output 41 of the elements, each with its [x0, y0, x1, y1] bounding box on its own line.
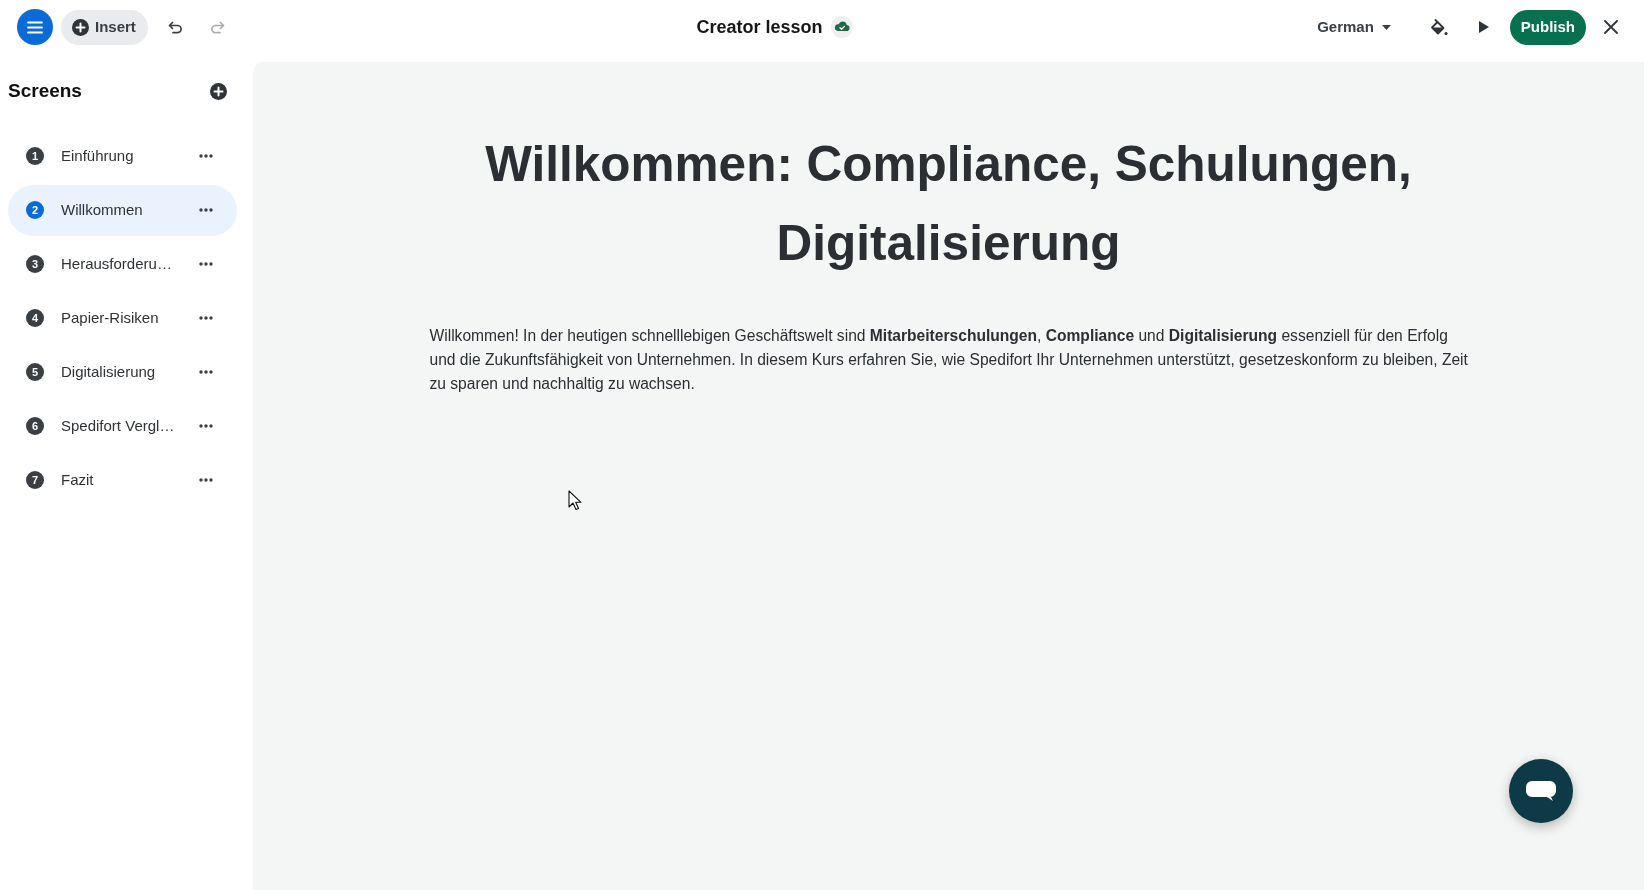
chat-bubble-icon	[1526, 781, 1556, 801]
insert-button[interactable]: Insert	[61, 9, 148, 45]
publish-button[interactable]: Publish	[1509, 9, 1586, 45]
screen-item[interactable]: 1 Einführung	[8, 130, 237, 182]
menu-icon	[27, 20, 43, 34]
more-icon[interactable]	[199, 262, 213, 266]
more-icon[interactable]	[199, 478, 213, 482]
lesson-title: Creator lesson	[696, 15, 823, 39]
screen-number: 5	[26, 363, 44, 381]
paint-bucket-icon[interactable]	[1429, 18, 1448, 36]
more-icon[interactable]	[199, 154, 213, 158]
screen-item[interactable]: 3 Herausforderu…	[8, 238, 237, 290]
cloud-check-icon	[830, 16, 853, 38]
screen-number: 4	[26, 309, 44, 327]
screen-number: 3	[26, 255, 44, 273]
undo-icon[interactable]	[166, 19, 183, 35]
close-icon[interactable]	[1604, 20, 1618, 34]
language-dropdown[interactable]: German	[1317, 15, 1391, 39]
plus-circle-icon	[72, 18, 89, 36]
more-icon[interactable]	[199, 370, 213, 374]
more-icon[interactable]	[199, 424, 213, 428]
more-icon[interactable]	[199, 316, 213, 320]
chat-button[interactable]	[1509, 759, 1573, 823]
screen-number: 2	[26, 201, 44, 219]
caret-icon	[1381, 24, 1391, 30]
cursor-icon	[568, 490, 582, 511]
lesson-heading: Willkommen: Compliance, Schulungen, Digitalisierung	[484, 135, 1413, 272]
lesson-paragraph: Willkommen! In der heutigen schnelllebigen Geschäftswelt sind Mitarbeiterschulungen, Compliance und Digitalisierung essenziell für den Erfolg und die Zukunftsfähigkeit von Unternehmen. In diesem Kurs erfahren Sie, wie Spedifort Ihr Unternehmen unterstützt, gesetzeskonform zu bleiben, Zeit zu sparen und nachhaltig zu wachsen.	[428, 326, 1469, 394]
screen-item[interactable]: 6 Spedifort Vergl…	[8, 400, 237, 452]
screen-item[interactable]: 2 Willkommen	[8, 184, 237, 236]
screen-number: 6	[26, 417, 44, 435]
screen-item[interactable]: 7 Fazit	[8, 454, 237, 506]
screen-number: 1	[26, 147, 44, 165]
play-icon[interactable]	[1478, 21, 1489, 33]
menu-button[interactable]	[17, 9, 53, 45]
screen-item[interactable]: 5 Digitalisierung	[8, 346, 237, 398]
screen-item[interactable]: 4 Papier-Risiken	[8, 292, 237, 344]
screen-number: 7	[26, 471, 44, 489]
add-icon[interactable]	[210, 82, 227, 100]
more-icon[interactable]	[199, 208, 213, 212]
sidebar-title: Screens	[8, 79, 82, 103]
